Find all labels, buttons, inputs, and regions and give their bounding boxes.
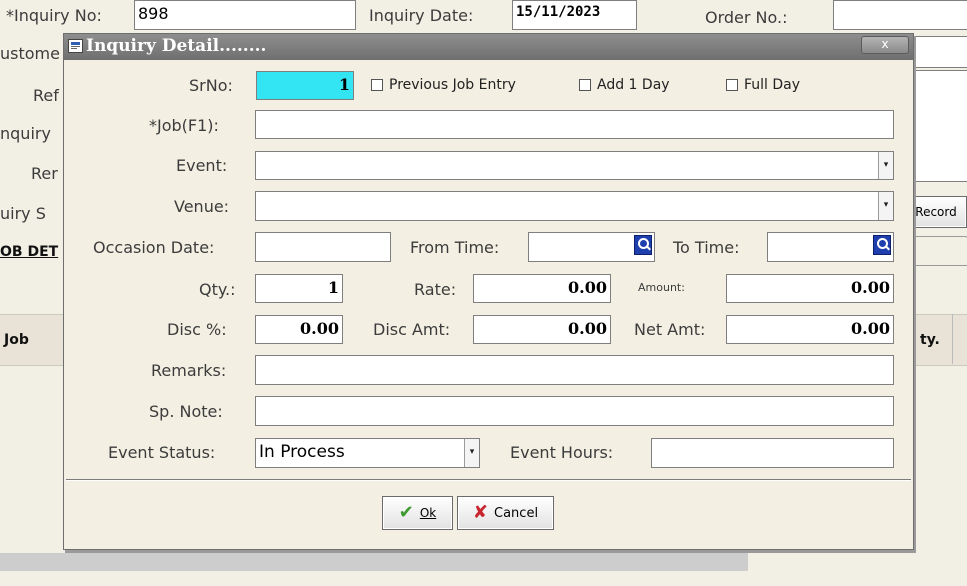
sp-note-label: Sp. Note:	[149, 402, 223, 421]
rate-label: Rate:	[414, 280, 457, 299]
srno-field[interactable]: 1	[256, 71, 354, 100]
horizontal-scrollbar[interactable]	[0, 553, 748, 571]
event-status-label: Event Status:	[108, 443, 216, 462]
disc-amt-label: Disc Amt:	[373, 320, 451, 339]
checkbox-box[interactable]	[371, 79, 383, 91]
job-label: *Job(F1):	[149, 116, 219, 135]
net-amt-field[interactable]: 0.00	[726, 315, 894, 344]
order-no-label: Order No.:	[705, 8, 788, 27]
ok-button-label: Ok	[419, 506, 437, 520]
event-status-select[interactable]: In Process ▾	[255, 438, 480, 468]
amount-label: Amount:	[638, 281, 685, 294]
inquiry-date-label: Inquiry Date:	[369, 6, 474, 25]
tab-strip	[905, 236, 967, 266]
inquiry-date-field[interactable]: 15/11/2023	[512, 0, 637, 30]
dialog-title-bar[interactable]: Inquiry Detail........ x	[64, 34, 913, 60]
from-time-field[interactable]	[528, 232, 655, 262]
chevron-down-icon[interactable]: ▾	[464, 439, 479, 467]
order-no-field[interactable]	[833, 0, 967, 30]
full-day-checkbox[interactable]: Full Day	[726, 77, 800, 93]
event-hours-field[interactable]	[651, 438, 894, 468]
checkmark-icon: ✔	[398, 502, 414, 523]
reference-label: Ref	[33, 86, 59, 105]
disc-amt-field[interactable]: 0.00	[473, 315, 611, 344]
rate-field[interactable]: 0.00	[473, 274, 611, 303]
occasion-date-field[interactable]	[255, 232, 391, 262]
qty-field[interactable]: 1	[255, 274, 343, 303]
search-icon[interactable]	[634, 235, 652, 255]
event-hours-label: Event Hours:	[510, 443, 614, 462]
job-field[interactable]	[255, 110, 894, 139]
event-status-value: In Process	[259, 442, 345, 462]
checkbox-label: Full Day	[744, 77, 801, 93]
checkbox-box[interactable]	[579, 79, 591, 91]
amount-field[interactable]: 0.00	[726, 274, 894, 303]
cancel-x-icon: ✘	[472, 502, 489, 523]
disc-pct-label: Disc %:	[167, 320, 227, 339]
dialog-app-icon	[68, 39, 83, 53]
remarks-label-bg: Rer	[31, 164, 58, 183]
srno-label: SrNo:	[189, 76, 233, 95]
qty-label: Qty.:	[199, 280, 236, 299]
ok-button[interactable]: ✔ Ok	[382, 496, 453, 530]
search-icon[interactable]	[873, 235, 891, 255]
from-time-label: From Time:	[410, 238, 500, 257]
to-time-label: To Time:	[673, 238, 740, 257]
sp-note-field[interactable]	[255, 396, 894, 426]
cancel-button-label: Cancel	[494, 505, 539, 521]
inquiry-label: nquiry	[0, 124, 51, 143]
net-amt-label: Net Amt:	[634, 320, 706, 339]
footer-divider	[66, 479, 911, 481]
record-button[interactable]: Record	[905, 196, 967, 228]
address-area[interactable]	[905, 70, 967, 182]
dialog-title: Inquiry Detail........	[86, 36, 267, 56]
checkbox-label: Add 1 Day	[597, 77, 670, 93]
checkbox-label: Previous Job Entry	[389, 77, 516, 93]
remarks-label: Remarks:	[151, 361, 227, 380]
checkbox-box[interactable]	[726, 79, 738, 91]
inquiry-no-field[interactable]: 898	[134, 0, 356, 30]
inquiry-no-label: *Inquiry No:	[6, 6, 102, 25]
venue-select[interactable]: ▾	[255, 191, 894, 221]
previous-job-entry-checkbox[interactable]: Previous Job Entry	[371, 77, 516, 93]
inquiry-status-label: uiry S	[0, 204, 46, 223]
remarks-field[interactable]	[255, 355, 894, 385]
to-time-field[interactable]	[767, 232, 894, 262]
close-icon: x	[881, 37, 889, 51]
cancel-button[interactable]: ✘ Cancel	[457, 496, 554, 530]
grid-header-job: Job	[4, 332, 29, 348]
job-details-tab[interactable]: OB DET	[0, 244, 58, 260]
grid-header-qty: ty.	[920, 332, 940, 348]
inquiry-detail-dialog: Inquiry Detail........ x SrNo: 1 Previou…	[63, 33, 914, 550]
venue-label: Venue:	[174, 197, 230, 216]
event-select[interactable]: ▾	[255, 151, 894, 180]
customer-field[interactable]	[905, 36, 967, 68]
chevron-down-icon[interactable]: ▾	[878, 152, 893, 179]
event-label: Event:	[176, 156, 228, 175]
add-1-day-checkbox[interactable]: Add 1 Day	[579, 77, 670, 93]
close-button[interactable]: x	[861, 36, 909, 54]
disc-pct-field[interactable]: 0.00	[255, 315, 343, 344]
occasion-date-label: Occasion Date:	[93, 238, 215, 257]
customer-label: ustome	[0, 44, 60, 63]
chevron-down-icon[interactable]: ▾	[878, 192, 893, 220]
